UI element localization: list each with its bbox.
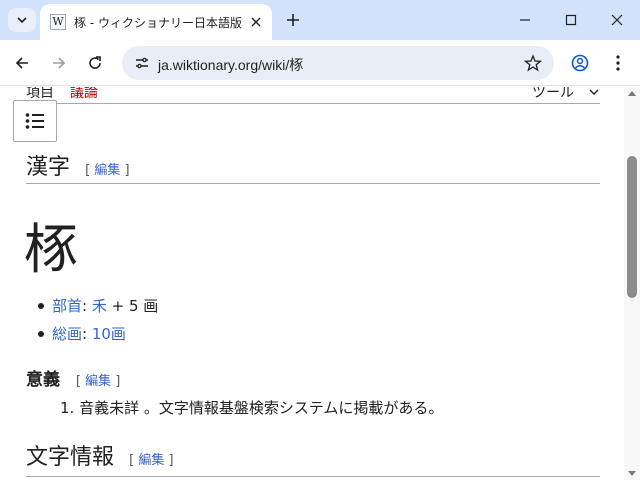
edit-link[interactable]: 編集 (94, 163, 120, 178)
maximize-icon (565, 14, 577, 26)
list-number: 1. (60, 399, 75, 417)
close-window-button[interactable] (594, 6, 640, 34)
tab-talk[interactable]: 議論 (70, 87, 98, 102)
menu-dots-icon (616, 55, 620, 71)
address-bar[interactable]: ja.wiktionary.org/wiki/㭬 (122, 46, 554, 80)
reload-button[interactable] (81, 49, 109, 77)
chevron-down-icon (17, 17, 27, 24)
reload-icon (89, 56, 101, 69)
page-tabs: 項目 議論 ツール (26, 87, 600, 104)
heading-text: 文字情報 (26, 445, 115, 470)
back-button[interactable] (8, 49, 36, 77)
profile-icon (571, 54, 589, 72)
edit-section-link: [ 編集 ] (85, 163, 130, 178)
tab-title: 㭬 - ウィクショナリー日本語版 (74, 15, 242, 30)
section-heading-meaning: 意義 [ 編集 ] (26, 365, 120, 390)
close-icon (251, 17, 261, 27)
character-info-list: 部首: 禾 + 5 画 総画: 10画 (36, 292, 158, 348)
toc-list-icon (25, 113, 44, 129)
profile-button[interactable] (566, 49, 594, 77)
meaning-list: 1. 音義未詳 。文字情報基盤検索システムに掲載がある。 (60, 397, 443, 418)
browser-toolbar: ja.wiktionary.org/wiki/㭬 (0, 40, 640, 86)
section-heading-kanji: 漢字 [ 編集 ] (26, 149, 600, 184)
tools-dropdown[interactable]: ツール (532, 87, 574, 102)
site-info-icon[interactable] (134, 55, 150, 71)
page-scrollbar[interactable] (624, 87, 640, 480)
list-item: 1. 音義未詳 。文字情報基盤検索システムに掲載がある。 (60, 397, 443, 418)
menu-button[interactable] (604, 49, 632, 77)
list-item: 部首: 禾 + 5 画 (36, 292, 158, 320)
scroll-down-arrow[interactable] (628, 471, 636, 476)
close-icon (611, 14, 623, 26)
tab-close-button[interactable] (248, 14, 264, 30)
section-heading-charinfo: 文字情報 [ 編集 ] (26, 439, 600, 477)
radical-link[interactable]: 部首 (52, 297, 82, 315)
forward-icon (53, 57, 66, 69)
tab-search-button[interactable] (8, 8, 36, 32)
scroll-thumb[interactable] (627, 156, 637, 298)
browser-tab[interactable]: W 㭬 - ウィクショナリー日本語版 (40, 4, 272, 40)
back-icon (15, 57, 28, 69)
title-bar: W 㭬 - ウィクショナリー日本語版 (0, 0, 640, 40)
edit-link[interactable]: 編集 (138, 453, 164, 468)
list-item: 総画: 10画 (36, 320, 158, 348)
url-text[interactable]: ja.wiktionary.org/wiki/㭬 (158, 55, 303, 75)
edit-link[interactable]: 編集 (85, 374, 111, 389)
plus-icon (287, 14, 299, 26)
chevron-down-icon[interactable] (588, 87, 600, 98)
maximize-button[interactable] (548, 6, 594, 34)
edit-section-link: [ 編集 ] (75, 374, 121, 389)
minimize-button[interactable] (502, 6, 548, 34)
heading-text: 意義 (26, 370, 60, 390)
stroke-count-link[interactable]: 総画 (52, 325, 82, 343)
stroke-count-value-link[interactable]: 10画 (92, 325, 126, 343)
edit-section-link: [ 編集 ] (129, 453, 174, 468)
new-tab-button[interactable] (283, 10, 303, 30)
forward-button[interactable] (45, 49, 73, 77)
radical-value-link[interactable]: 禾 (92, 297, 107, 315)
wiktionary-favicon: W (50, 14, 66, 30)
page-content: 項目 議論 ツール 漢字 [ 編集 ] 㭬 部首: 禾 + 5 画 総画: 10… (0, 87, 640, 480)
scroll-up-arrow[interactable] (628, 91, 636, 96)
meaning-text: 音義未詳 。文字情報基盤検索システムに掲載がある。 (79, 399, 444, 417)
minimize-icon (520, 19, 530, 21)
heading-text: 漢字 (26, 155, 71, 180)
star-icon[interactable] (524, 54, 542, 72)
headword-character: 㭬 (24, 218, 78, 281)
toc-toggle-button[interactable] (13, 100, 57, 142)
